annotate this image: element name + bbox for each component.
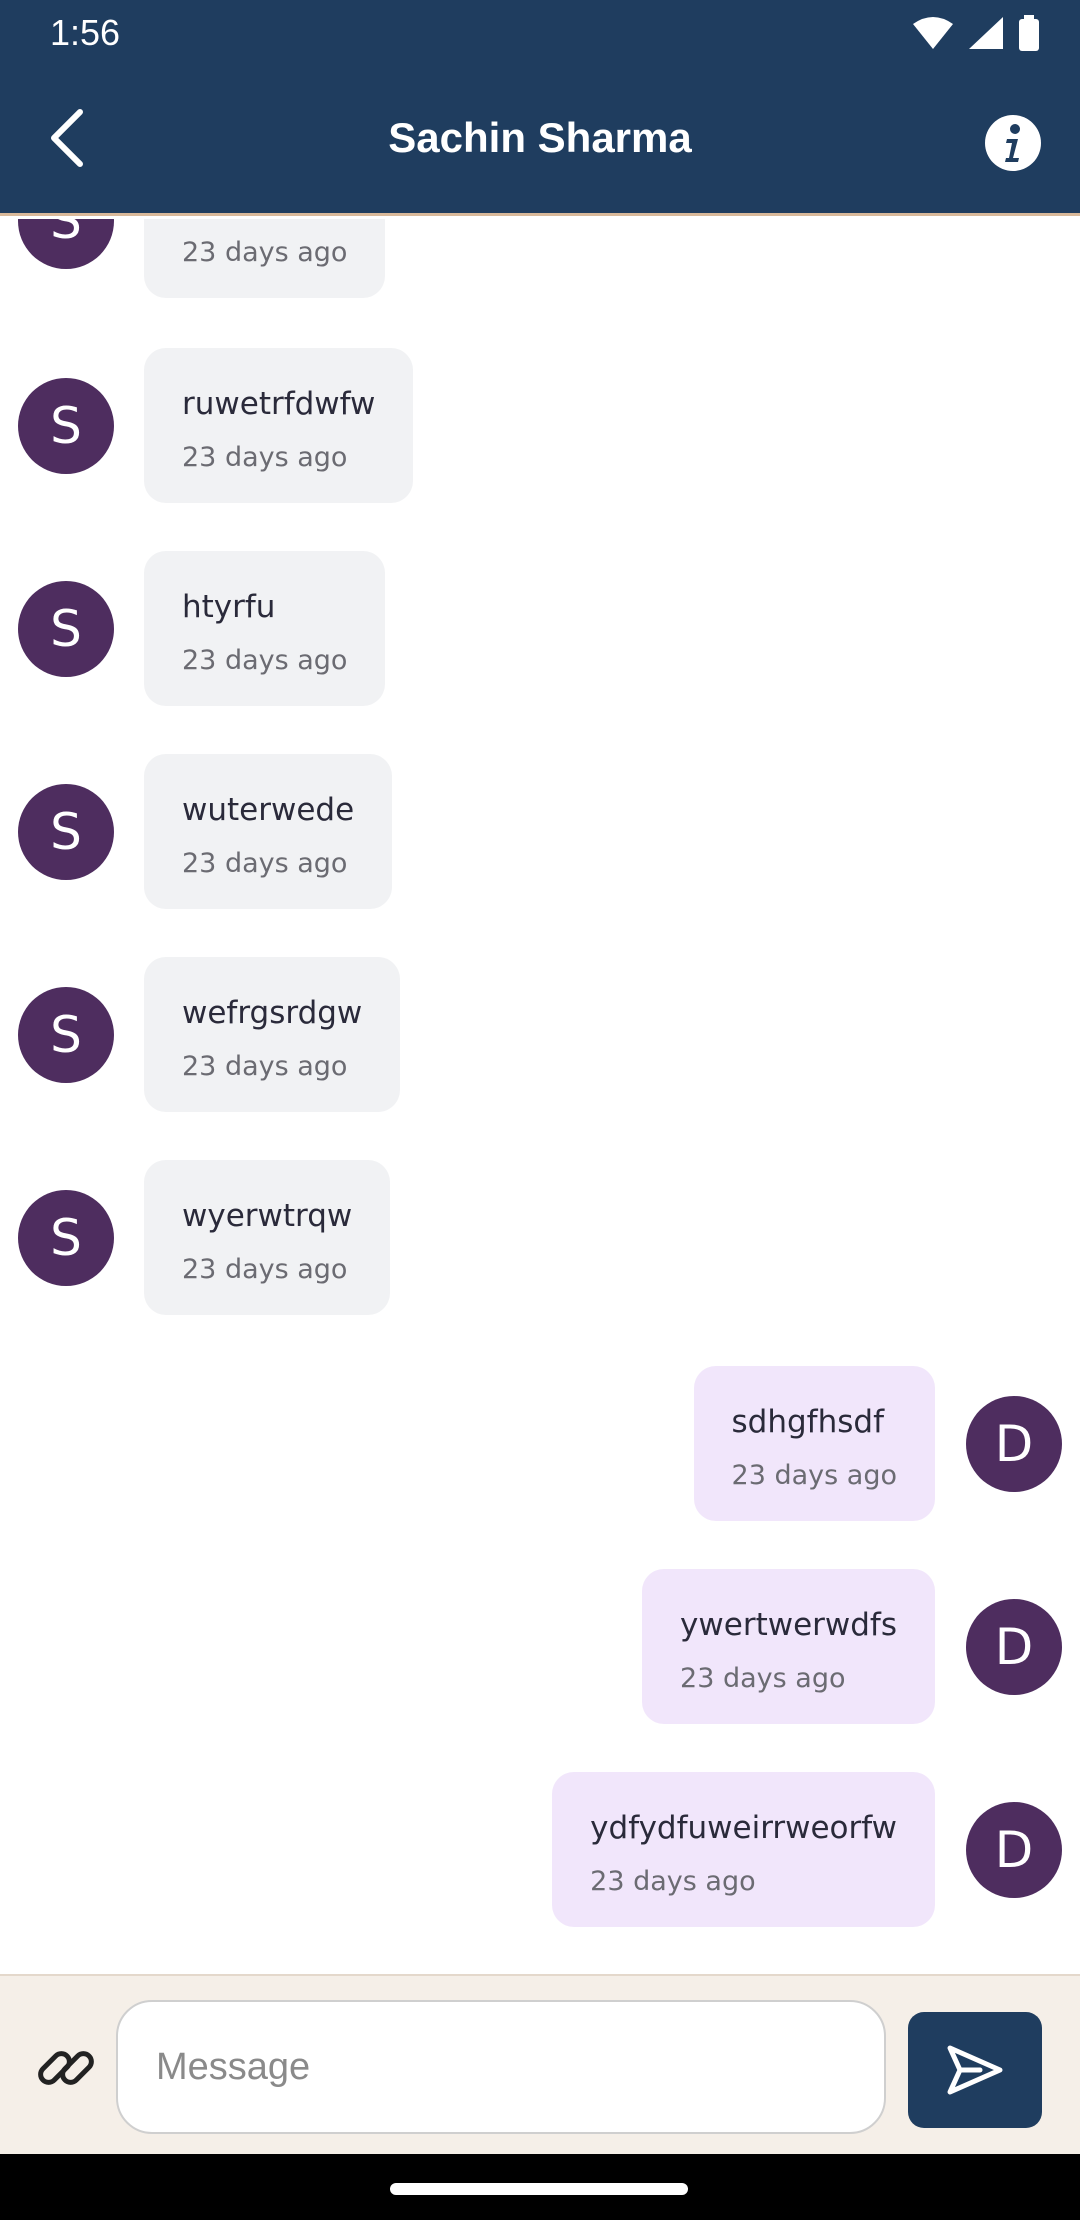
app-bar: Sachin Sharma: [0, 66, 1080, 216]
message-composer: [0, 1974, 1080, 2154]
message-time: 23 days ago: [680, 1663, 846, 1694]
message-bubble[interactable]: sdhgfhsdf 23 days ago: [693, 1366, 935, 1521]
message-time: 23 days ago: [182, 848, 348, 879]
status-icons: [912, 14, 1040, 52]
message-input[interactable]: [116, 2000, 886, 2134]
message-bubble[interactable]: wefrgsrdgw 23 days ago: [144, 957, 401, 1112]
message-time: 23 days ago: [731, 1460, 897, 1491]
avatar[interactable]: S: [18, 378, 114, 474]
home-handle[interactable]: [390, 2183, 688, 2195]
info-icon[interactable]: [984, 114, 1042, 172]
message-bubble[interactable]: ydfydfuweirrweorfw 23 days ago: [552, 1772, 935, 1927]
avatar[interactable]: S: [18, 784, 114, 880]
message-bubble[interactable]: wyerwtrqw 23 days ago: [144, 1160, 391, 1315]
avatar[interactable]: S: [18, 1190, 114, 1286]
chevron-left-icon[interactable]: [40, 108, 100, 168]
system-nav-bar: [0, 2154, 1080, 2220]
message-bubble[interactable]: wuterwede 23 days ago: [144, 754, 393, 909]
message-text: wuterwede: [182, 792, 355, 828]
message-list[interactable]: S agsdtasd 23 days ago S ruwetrfdwfw 23 …: [0, 219, 1080, 1974]
message-time: 23 days ago: [182, 237, 348, 268]
message-bubble[interactable]: ywertwerwdfs 23 days ago: [642, 1569, 935, 1724]
message-text: ydfydfuweirrweorfw: [590, 1810, 897, 1846]
message-time: 23 days ago: [182, 645, 348, 676]
message-text: wyerwtrqw: [182, 1198, 353, 1234]
avatar[interactable]: D: [966, 1396, 1062, 1492]
page-title: Sachin Sharma: [388, 114, 692, 161]
message-time: 23 days ago: [590, 1866, 756, 1897]
message-bubble[interactable]: htyrfu 23 days ago: [144, 551, 386, 706]
message-text: htyrfu: [182, 589, 276, 625]
send-icon: [947, 2045, 1003, 2095]
status-time: 1:56: [50, 12, 121, 53]
avatar[interactable]: D: [966, 1599, 1062, 1695]
message-time: 23 days ago: [182, 1254, 348, 1285]
avatar[interactable]: S: [18, 581, 114, 677]
send-button[interactable]: [908, 2012, 1042, 2128]
message-bubble[interactable]: agsdtasd 23 days ago: [144, 219, 386, 298]
link-icon[interactable]: [34, 2036, 98, 2100]
avatar[interactable]: S: [18, 987, 114, 1083]
signal-icon: [969, 17, 1003, 49]
message-time: 23 days ago: [182, 442, 348, 473]
message-text: ruwetrfdwfw: [182, 386, 376, 422]
message-text: ywertwerwdfs: [680, 1607, 897, 1643]
wifi-icon: [913, 17, 953, 49]
avatar[interactable]: D: [966, 1802, 1062, 1898]
status-bar: 1:56: [0, 0, 1080, 66]
message-text: sdhgfhsdf: [731, 1404, 884, 1440]
message-bubble[interactable]: ruwetrfdwfw 23 days ago: [144, 348, 414, 503]
message-text: wefrgsrdgw: [182, 995, 363, 1031]
avatar[interactable]: S: [18, 219, 114, 269]
message-time: 23 days ago: [182, 1051, 348, 1082]
battery-icon: [1019, 15, 1039, 51]
